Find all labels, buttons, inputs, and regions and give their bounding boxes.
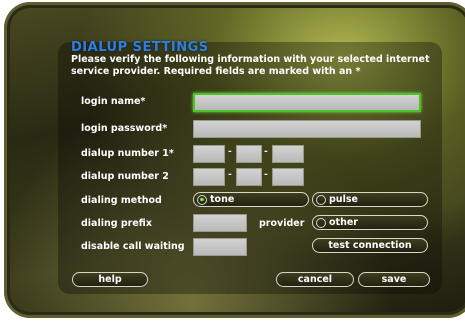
radio-selected-icon <box>197 194 207 205</box>
provider-other-option[interactable]: other <box>312 215 428 230</box>
radio-unselected-icon <box>316 217 326 228</box>
dialing-method-tone-label: tone <box>210 194 235 205</box>
save-button[interactable]: save <box>358 272 430 287</box>
dialing-method-pulse-option[interactable]: pulse <box>312 192 428 207</box>
provider-other-label: other <box>329 217 358 228</box>
dialog-intro-text: Please verify the following information … <box>71 54 430 77</box>
dialup-number-2-separator: - <box>228 170 232 180</box>
login-password-input[interactable] <box>193 120 421 138</box>
login-name-input[interactable] <box>193 93 421 112</box>
dialing-method-label: dialing method <box>81 195 162 206</box>
dialing-method-tone-option[interactable]: tone <box>193 192 309 207</box>
dialog-title: DIALUP SETTINGS <box>71 40 209 55</box>
dialing-prefix-input[interactable] <box>193 214 247 232</box>
provider-label: provider <box>259 218 305 229</box>
dialup-number-1-separator: - <box>228 147 232 157</box>
dialup-number-2-line-input[interactable] <box>272 168 304 186</box>
dialup-number-1-area-input[interactable] <box>193 145 225 163</box>
dialup-number-2-separator: - <box>264 170 268 180</box>
dialup-number-1-separator: - <box>264 147 268 157</box>
test-connection-button[interactable]: test connection <box>312 238 428 253</box>
help-button[interactable]: help <box>72 272 148 287</box>
disable-call-waiting-label: disable call waiting <box>81 241 185 252</box>
dialup-number-1-line-input[interactable] <box>272 145 304 163</box>
radio-unselected-icon <box>316 194 326 205</box>
login-password-label: login password* <box>81 123 168 134</box>
dialup-number-1-prefix-input[interactable] <box>236 145 262 163</box>
dialing-method-pulse-label: pulse <box>329 194 358 205</box>
dialup-number-2-label: dialup number 2 <box>81 171 169 182</box>
dialup-number-2-prefix-input[interactable] <box>236 168 262 186</box>
disable-call-waiting-input[interactable] <box>193 238 247 256</box>
cancel-button[interactable]: cancel <box>276 272 354 287</box>
dialing-prefix-label: dialing prefix <box>81 218 152 229</box>
dialup-number-1-label: dialup number 1* <box>81 148 174 159</box>
login-name-label: login name* <box>81 96 146 107</box>
dialup-number-2-area-input[interactable] <box>193 168 225 186</box>
